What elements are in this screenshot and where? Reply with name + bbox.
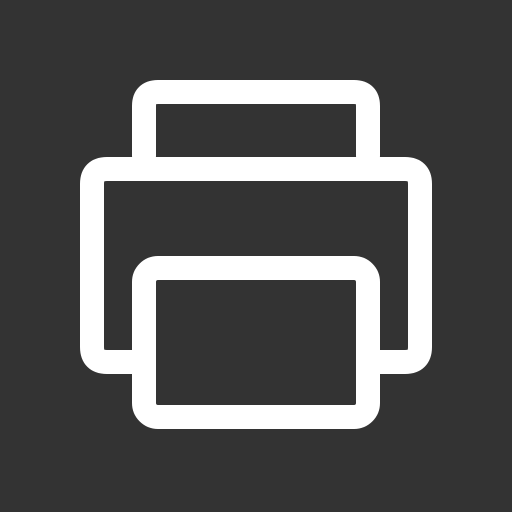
printer-app-icon-tile[interactable] [0,0,512,512]
printer-output-paper [132,256,380,429]
printer-icon [80,80,432,429]
printer-paper-tray [132,80,380,168]
